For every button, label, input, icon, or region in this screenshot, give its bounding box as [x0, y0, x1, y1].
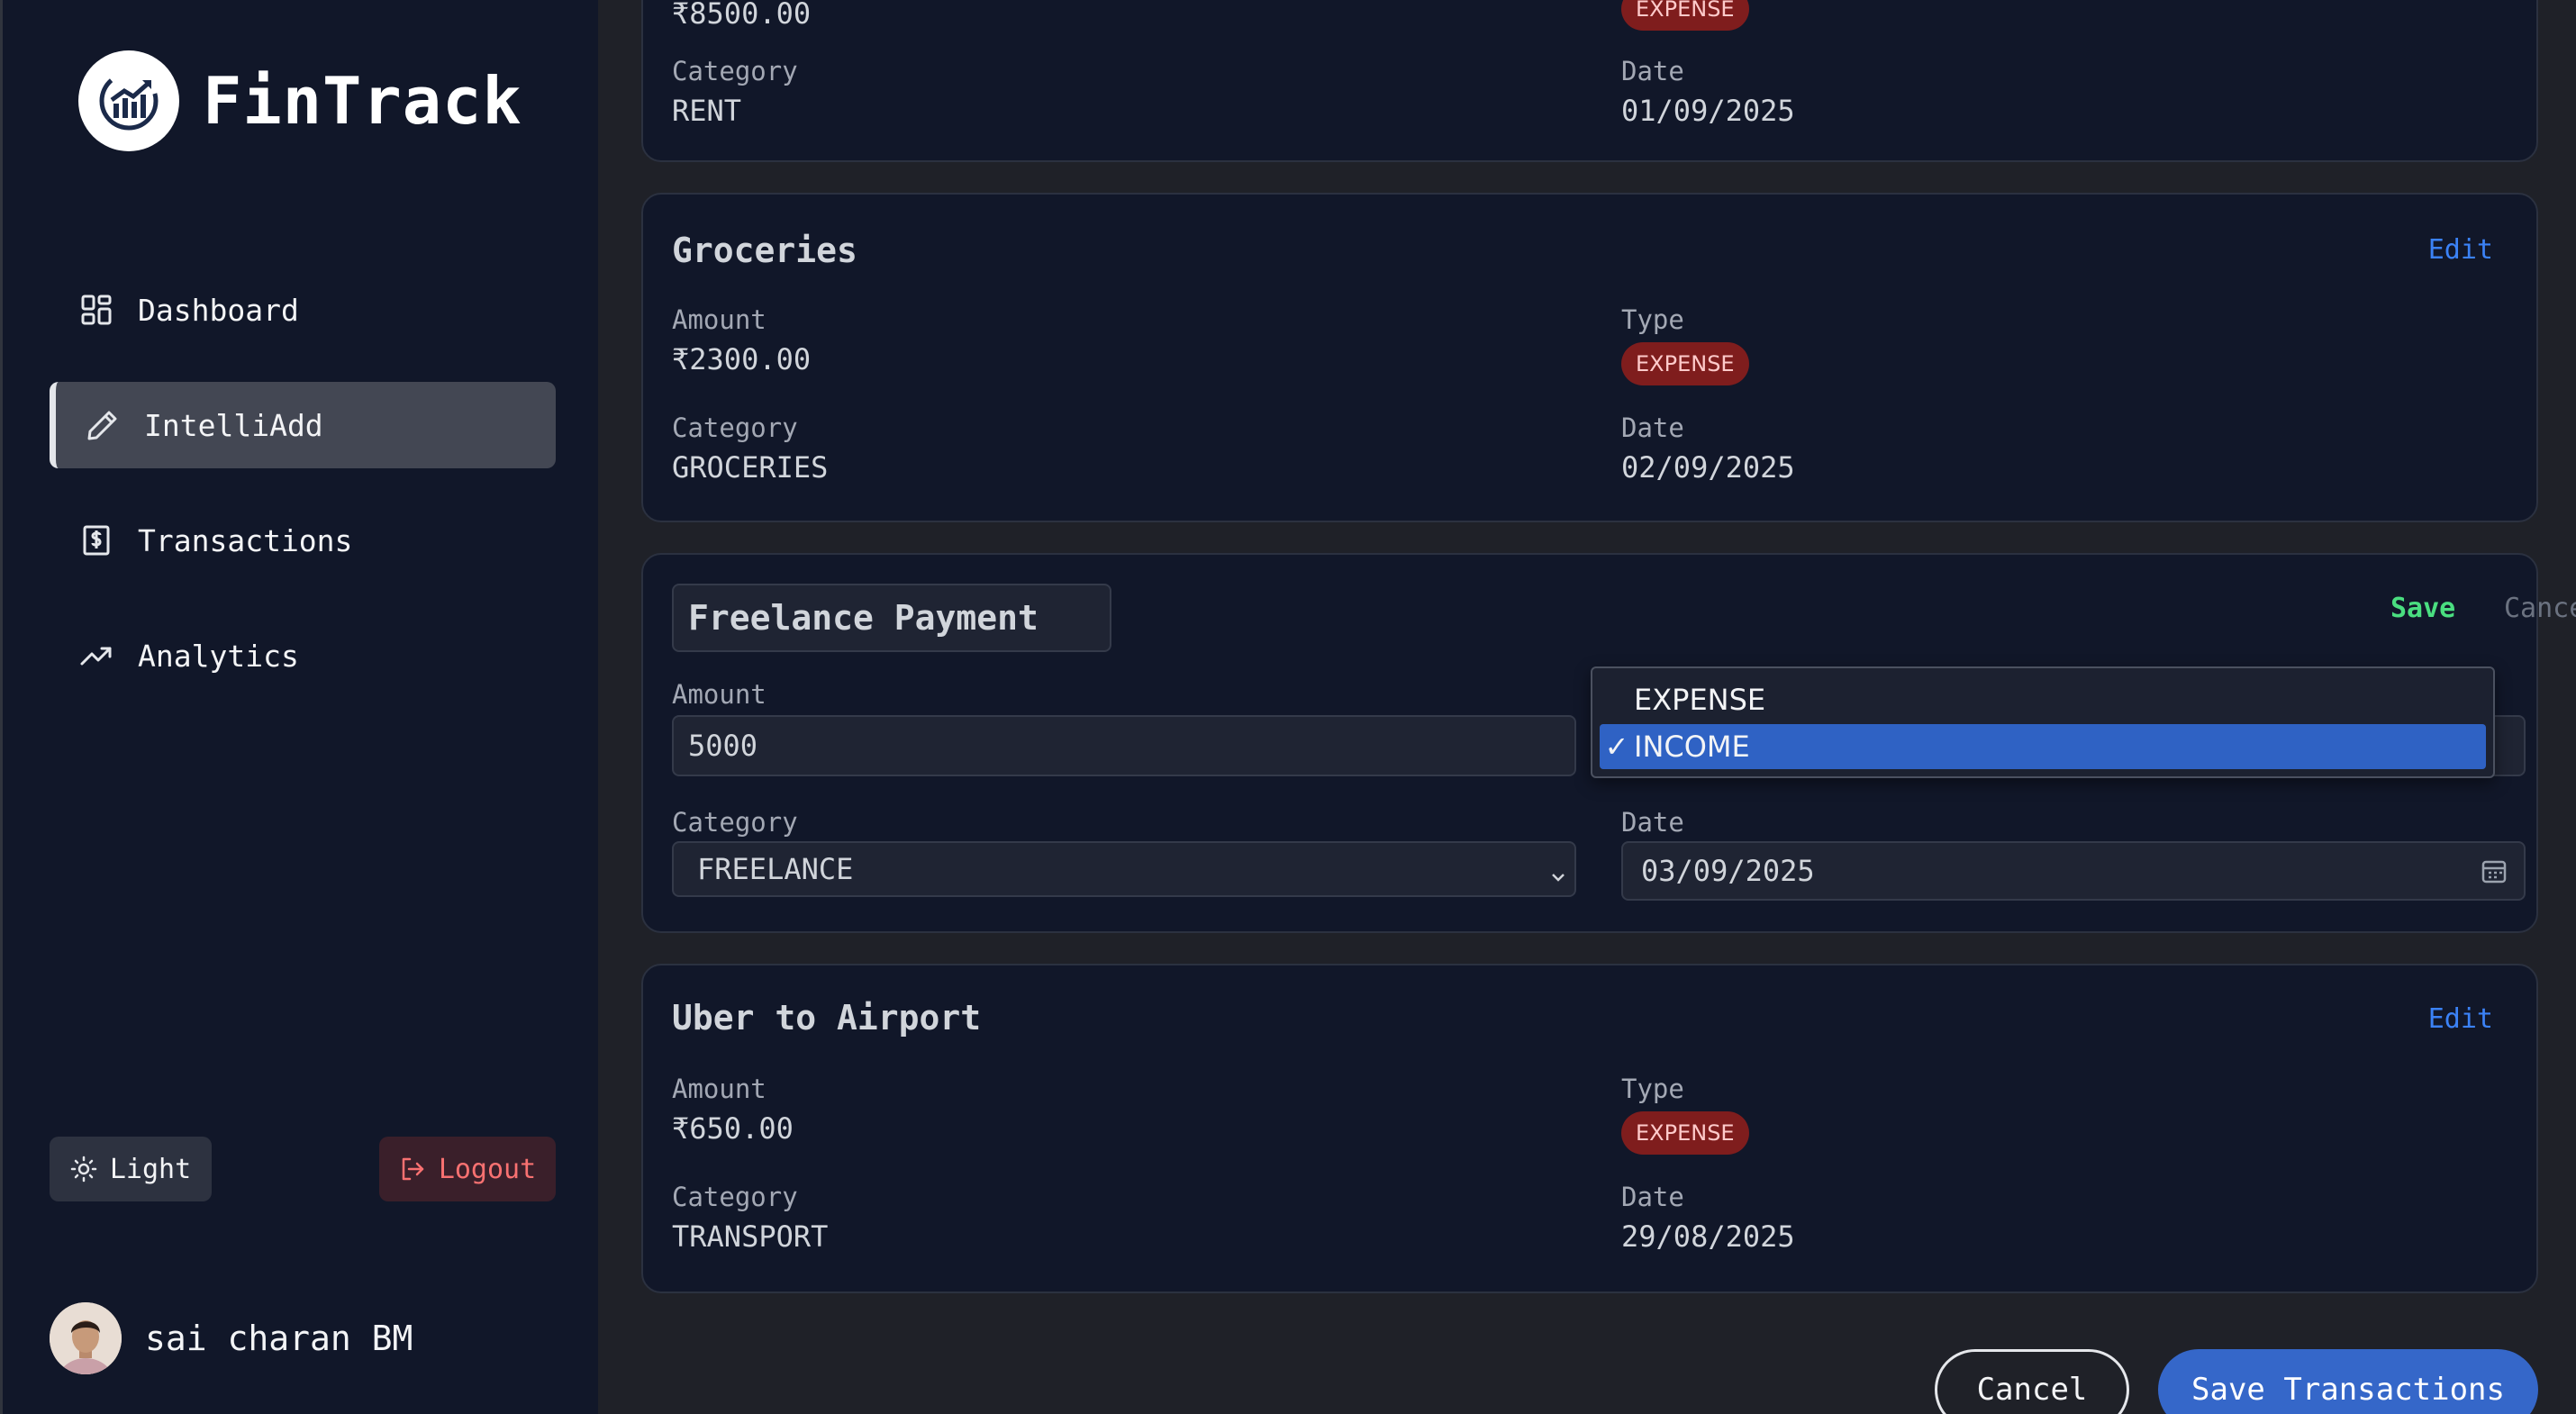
category-label: Category [672, 412, 798, 443]
date-label: Date [1621, 56, 1684, 86]
category-value: GROCERIES [672, 450, 829, 485]
date-label: Date [1621, 412, 1684, 443]
transaction-title: Groceries [672, 231, 857, 270]
amount-value: ₹8500.00 [672, 0, 812, 31]
avatar [50, 1302, 122, 1374]
sidebar: FinTrack Dashboard IntelliAdd Transactio… [0, 0, 598, 1414]
type-badge: EXPENSE [1621, 1111, 1749, 1155]
title-input[interactable]: Freelance Payment [672, 584, 1111, 652]
amount-value: ₹2300.00 [672, 342, 812, 376]
type-option-expense[interactable]: EXPENSE [1600, 677, 2486, 722]
cancel-edit-label: Cancel [2504, 593, 2576, 624]
logout-label: Logout [438, 1153, 537, 1185]
category-select-value: FREELANCE [697, 852, 854, 886]
logout-icon [399, 1156, 426, 1183]
category-value: TRANSPORT [672, 1219, 829, 1254]
calendar-icon[interactable] [2481, 857, 2508, 892]
category-label: Category [672, 807, 798, 838]
date-label: Date [1621, 1182, 1684, 1212]
receipt-dollar-icon [78, 522, 114, 558]
date-input[interactable]: 03/09/2025 [1621, 841, 2526, 901]
nav-item-transactions[interactable]: Transactions [50, 497, 556, 584]
save-transactions-button[interactable]: Save Transactions [2158, 1349, 2538, 1414]
grid-icon [78, 292, 114, 328]
brand[interactable]: FinTrack [78, 50, 522, 151]
logout-button[interactable]: Logout [379, 1137, 556, 1201]
date-value: 01/09/2025 [1621, 94, 1795, 128]
nav-label-transactions: Transactions [138, 522, 353, 558]
amount-label: Amount [672, 1074, 766, 1104]
edit-link[interactable]: Edit [2428, 234, 2493, 266]
chart-growth-icon [78, 50, 179, 151]
type-badge: EXPENSE [1621, 342, 1749, 385]
cancel-button[interactable]: Cancel [1935, 1349, 2129, 1414]
trend-up-icon [78, 638, 114, 674]
theme-toggle-label: Light [109, 1153, 192, 1185]
amount-label: Amount [672, 304, 766, 335]
nav-item-intelliadd[interactable]: IntelliAdd [50, 382, 556, 468]
nav-item-analytics[interactable]: Analytics [50, 612, 556, 699]
nav-label-intelliadd: IntelliAdd [144, 407, 323, 443]
category-value: RENT [672, 94, 742, 128]
type-option-label: INCOME [1634, 730, 1750, 764]
nav-label-analytics: Analytics [138, 638, 299, 674]
type-label: Type [1621, 304, 1684, 335]
nav-item-dashboard[interactable]: Dashboard [50, 267, 556, 353]
checkmark-icon: ✓ [1604, 730, 1629, 764]
category-label: Category [672, 56, 798, 86]
app-window: FinTrack Dashboard IntelliAdd Transactio… [0, 0, 2576, 1414]
pencil-icon [85, 407, 121, 443]
user-name: sai charan BM [145, 1319, 413, 1358]
transaction-card: Uber to Airport Edit Amount ₹650.00 Type… [641, 964, 2538, 1293]
save-link[interactable]: Save [2390, 593, 2455, 624]
chevron-down-icon [1549, 859, 1567, 893]
type-option-label: EXPENSE [1634, 683, 1766, 717]
type-badge: EXPENSE [1621, 0, 1749, 31]
amount-label: Amount [672, 679, 766, 710]
category-select[interactable]: FREELANCE [672, 841, 1576, 897]
type-label: Type [1621, 1074, 1684, 1104]
user-profile[interactable]: sai charan BM [50, 1302, 413, 1374]
main-content: ₹8500.00 EXPENSE Category RENT Date 01/0… [598, 0, 2576, 1414]
date-value: 02/09/2025 [1621, 450, 1795, 485]
theme-toggle-button[interactable]: Light [50, 1137, 212, 1201]
transaction-card: Groceries Edit Amount ₹2300.00 Type EXPE… [641, 193, 2538, 522]
transaction-title: Uber to Airport [672, 998, 982, 1038]
date-value: 29/08/2025 [1621, 1219, 1795, 1254]
category-label: Category [672, 1182, 798, 1212]
brand-name: FinTrack [203, 63, 522, 139]
cancel-edit-link[interactable]: Cancel [2448, 593, 2576, 624]
amount-input[interactable]: 5000 [672, 715, 1576, 776]
nav-label-dashboard: Dashboard [138, 292, 299, 328]
date-label: Date [1621, 807, 1684, 838]
transaction-card: ₹8500.00 EXPENSE Category RENT Date 01/0… [641, 0, 2538, 162]
edit-link[interactable]: Edit [2428, 1003, 2493, 1035]
type-option-income[interactable]: ✓ INCOME [1600, 724, 2486, 769]
type-dropdown-menu: EXPENSE ✓ INCOME [1591, 666, 2495, 778]
sun-icon [70, 1156, 97, 1183]
date-input-value: 03/09/2025 [1641, 854, 1815, 888]
amount-value: ₹650.00 [672, 1111, 794, 1146]
